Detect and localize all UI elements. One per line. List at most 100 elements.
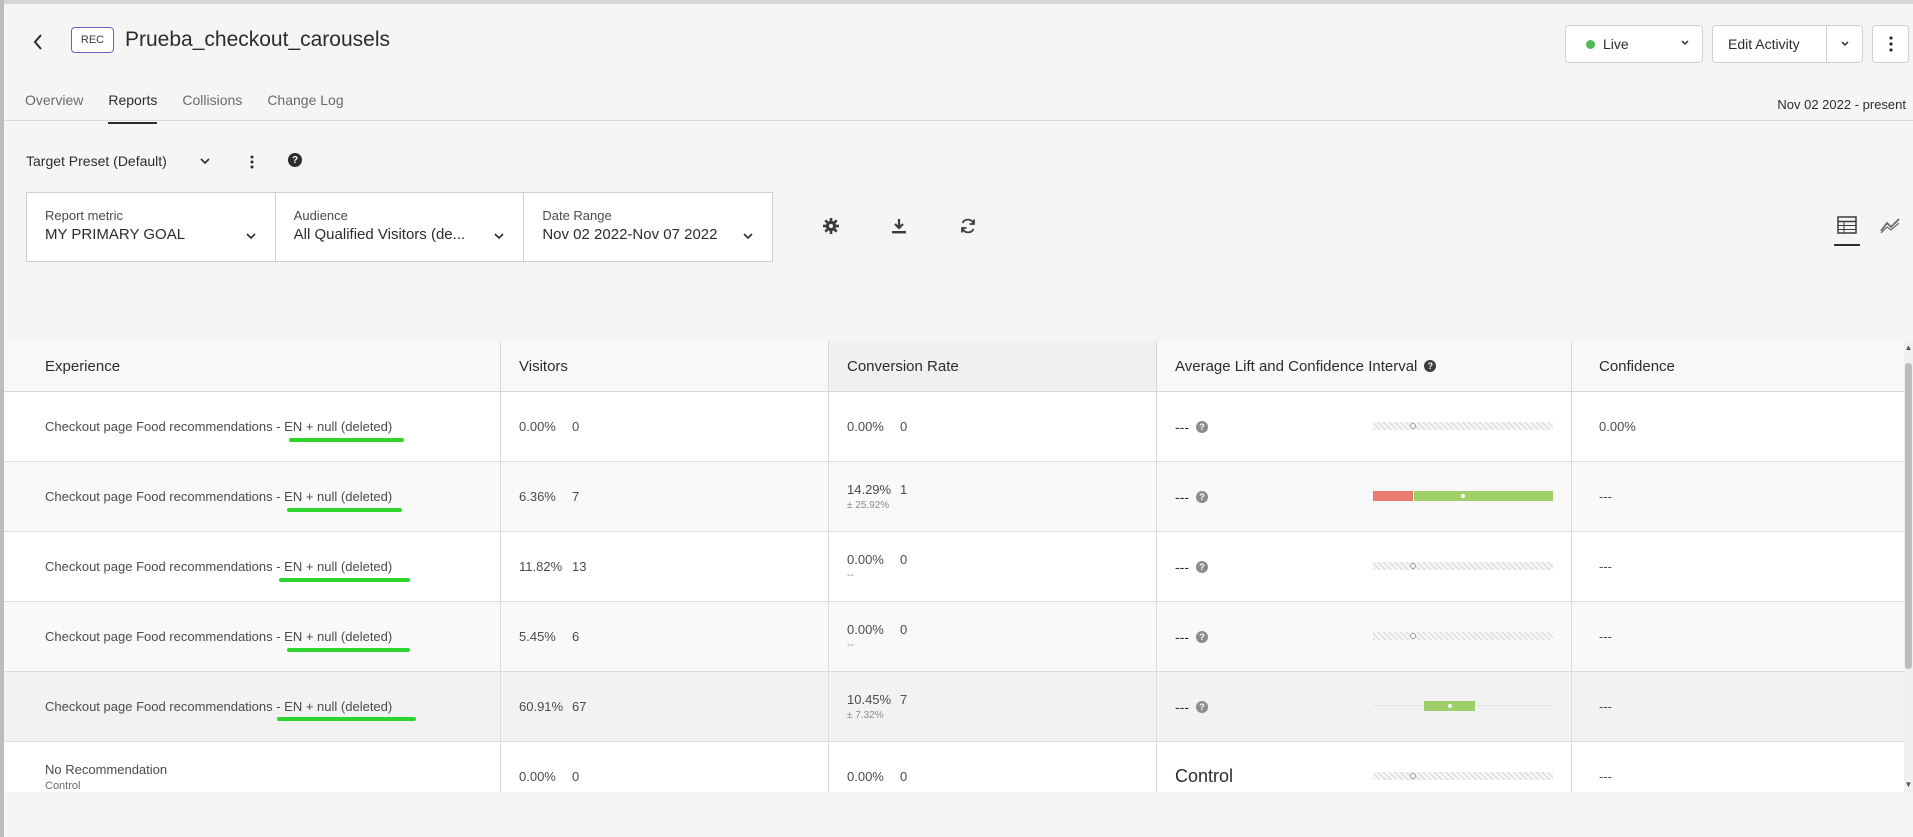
activity-tabs: Overview Reports Collisions Change Log [25, 92, 369, 124]
table-row[interactable]: Checkout page Food recommendations - EN … [4, 462, 1904, 532]
activity-date-range: Nov 02 2022 - present [1777, 97, 1906, 112]
status-dot-icon [1586, 39, 1595, 49]
help-icon[interactable]: ? [1196, 700, 1208, 713]
conversion-cell: 0.00% 0 -- [829, 532, 1157, 601]
ci-empty-track [1373, 422, 1553, 430]
tab-change-log[interactable]: Change Log [267, 92, 343, 122]
header-visitors[interactable]: Visitors [501, 341, 829, 391]
visitors-percent: 60.91% [519, 699, 564, 714]
confidence-cell: --- [1572, 602, 1904, 671]
conversion-cell: 10.45% 7 ± 7.32% [829, 672, 1157, 741]
visitors-count: 0 [572, 419, 580, 434]
visitors-count: 6 [572, 629, 580, 644]
confidence-cell: --- [1572, 462, 1904, 531]
preset-label: Target Preset (Default) [26, 153, 167, 169]
header-confidence[interactable]: Confidence [1572, 341, 1904, 391]
scroll-down-arrow-icon[interactable]: ▼ [1904, 780, 1913, 790]
table-row[interactable]: Checkout page Food recommendations - EN … [4, 392, 1904, 462]
experience-name[interactable]: Checkout page Food recommendations - EN … [45, 559, 500, 574]
audience-label: Audience [293, 208, 348, 223]
chevron-down-icon [494, 233, 504, 240]
header-lift[interactable]: Average Lift and Confidence Interval ? [1157, 341, 1572, 391]
visitors-count: 7 [572, 489, 580, 504]
conversion-percent: 14.29% [847, 482, 892, 497]
table-row[interactable]: Checkout page Food recommendations - EN … [4, 672, 1904, 742]
ci-center-marker [1410, 633, 1416, 639]
ci-center-marker [1410, 563, 1416, 569]
help-icon[interactable]: ? [1196, 490, 1208, 503]
activity-type-badge: REC [71, 27, 114, 53]
confidence-value: --- [1599, 629, 1612, 644]
ci-empty-track [1373, 562, 1553, 570]
gear-icon [823, 218, 839, 234]
edit-activity-button[interactable]: Edit Activity [1712, 25, 1863, 63]
report-preset-selector[interactable]: Target Preset (Default) [26, 153, 167, 169]
table-scrollbar[interactable]: ▲ ▼ [1904, 341, 1913, 792]
lift-cell: ---? [1157, 392, 1572, 461]
confidence-interval-bar [1373, 769, 1553, 783]
table-header: Experience Visitors Conversion Rate Aver… [4, 341, 1904, 392]
chevron-down-icon [1840, 41, 1849, 47]
ci-mean-marker [1461, 494, 1465, 498]
confidence-interval-bar [1373, 419, 1553, 433]
preset-more-icon[interactable] [249, 152, 255, 172]
status-label: Live [1603, 36, 1629, 52]
edit-activity-menu-button[interactable] [1826, 26, 1862, 62]
ci-mean-marker [1448, 704, 1452, 708]
confidence-cell: 0.00% [1572, 392, 1904, 461]
experience-name[interactable]: Checkout page Food recommendations - EN … [45, 699, 500, 714]
help-icon[interactable]: ? [1424, 360, 1437, 372]
experience-name[interactable]: Checkout page Food recommendations - EN … [45, 489, 500, 504]
activity-title: Prueba_checkout_carousels [125, 28, 391, 51]
help-icon[interactable]: ? [288, 153, 302, 167]
visitors-percent: 5.45% [519, 629, 556, 644]
help-icon[interactable]: ? [1196, 630, 1208, 643]
help-icon[interactable]: ? [1196, 560, 1208, 573]
conversion-cell: 0.00% 0 [829, 742, 1157, 792]
report-metric-label: Report metric [45, 208, 124, 223]
report-metric-dropdown[interactable]: Report metric MY PRIMARY GOAL [27, 193, 276, 261]
conversion-count: 0 [900, 419, 908, 434]
experience-name[interactable]: Checkout page Food recommendations - EN … [45, 419, 500, 434]
settings-button[interactable] [821, 216, 841, 236]
ci-center-marker [1410, 423, 1416, 429]
experience-cell: Checkout page Food recommendations - EN … [4, 532, 501, 601]
chart-view-button[interactable] [1880, 216, 1900, 239]
confidence-value: --- [1599, 699, 1612, 714]
experience-name[interactable]: Checkout page Food recommendations - EN … [45, 629, 500, 644]
tab-overview[interactable]: Overview [25, 92, 83, 122]
conversion-cell: 0.00% 0 [829, 392, 1157, 461]
scroll-up-arrow-icon[interactable]: ▲ [1904, 343, 1913, 353]
scrollbar-thumb[interactable] [1905, 363, 1912, 669]
table-row[interactable]: Checkout page Food recommendations - EN … [4, 532, 1904, 602]
date-range-dropdown[interactable]: Date Range Nov 02 2022-Nov 07 2022 [524, 193, 772, 261]
table-row[interactable]: Checkout page Food recommendations - EN … [4, 602, 1904, 672]
confidence-value: --- [1599, 769, 1612, 784]
header-conversion-rate[interactable]: Conversion Rate [829, 341, 1157, 391]
audience-dropdown[interactable]: Audience All Qualified Visitors (de... [276, 193, 525, 261]
download-button[interactable] [889, 216, 909, 236]
conversion-count: 7 [900, 692, 908, 707]
visitors-cell: 60.91% 67 [501, 672, 829, 741]
date-range-value: Nov 02 2022-Nov 07 2022 [542, 226, 718, 243]
table-row[interactable]: No Recommendation Control 0.00% 0 0.00% 0 … [4, 742, 1904, 792]
conversion-count: 0 [900, 552, 908, 567]
more-actions-button[interactable] [1872, 25, 1909, 63]
chevron-down-icon[interactable] [198, 154, 212, 168]
lift-cell: ---? [1157, 532, 1572, 601]
table-view-icon [1837, 216, 1857, 234]
refresh-button[interactable] [958, 216, 978, 236]
help-icon[interactable]: ? [1196, 420, 1208, 433]
table-view-button[interactable] [1834, 212, 1860, 246]
confidence-interval-bar [1373, 629, 1553, 643]
lift-value: --- [1175, 488, 1189, 505]
conversion-percent: 0.00% [847, 419, 884, 434]
conversion-interval: -- [847, 570, 854, 581]
status-dropdown[interactable]: Live [1565, 25, 1703, 63]
header-experience[interactable]: Experience [4, 341, 501, 391]
experience-name[interactable]: No Recommendation [45, 762, 500, 777]
tab-collisions[interactable]: Collisions [182, 92, 242, 122]
tab-reports[interactable]: Reports [108, 92, 158, 124]
back-button[interactable] [26, 28, 50, 56]
confidence-cell: --- [1572, 532, 1904, 601]
